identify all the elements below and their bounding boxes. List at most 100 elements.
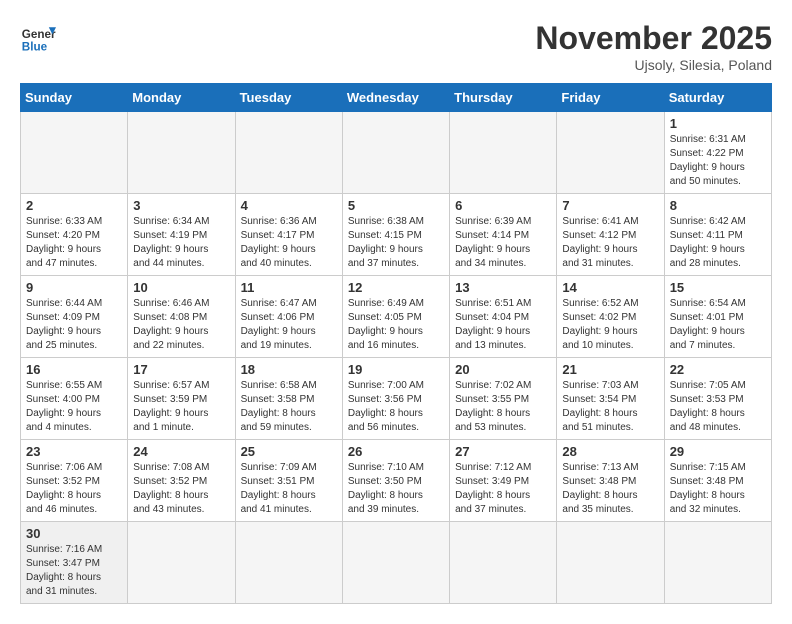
day-number: 15 xyxy=(670,280,766,295)
calendar-day-cell xyxy=(450,522,557,604)
day-number: 3 xyxy=(133,198,229,213)
calendar-day-cell: 17Sunrise: 6:57 AM Sunset: 3:59 PM Dayli… xyxy=(128,358,235,440)
day-info: Sunrise: 7:00 AM Sunset: 3:56 PM Dayligh… xyxy=(348,379,444,435)
calendar-day-cell: 5 Sunrise: 6:38 AM Sunset: 4:15 PM Daylig… xyxy=(342,194,449,276)
calendar-day-cell: 26 Sunrise: 7:10 AM Sunset: 3:50 PM Dayli… xyxy=(342,440,449,522)
day-number: 4 xyxy=(241,198,337,213)
day-number: 29 xyxy=(670,444,766,459)
calendar-day-cell: 2 Sunrise: 6:33 AM Sunset: 4:20 PM Daylig… xyxy=(21,194,128,276)
calendar: SundayMondayTuesdayWednesdayThursdayFrid… xyxy=(20,83,772,604)
weekday-header-thursday: Thursday xyxy=(450,84,557,112)
day-info: Sunrise: 7:08 AM Sunset: 3:52 PM Dayligh… xyxy=(133,461,229,517)
day-number: 10 xyxy=(133,280,229,295)
day-number: 1 xyxy=(670,116,766,131)
weekday-header-monday: Monday xyxy=(128,84,235,112)
day-info: Sunrise: 7:15 AM Sunset: 3:48 PM Dayligh… xyxy=(670,461,766,517)
day-info: Sunrise: 6:41 AM Sunset: 4:12 PM Dayligh… xyxy=(562,215,658,271)
day-info: Sunrise: 6:46 AM Sunset: 4:08 PM Dayligh… xyxy=(133,297,229,353)
calendar-day-cell: 12Sunrise: 6:49 AM Sunset: 4:05 PM Dayli… xyxy=(342,276,449,358)
calendar-day-cell: 8 Sunrise: 6:42 AM Sunset: 4:11 PM Daylig… xyxy=(664,194,771,276)
weekday-header-row: SundayMondayTuesdayWednesdayThursdayFrid… xyxy=(21,84,772,112)
day-info: Sunrise: 7:09 AM Sunset: 3:51 PM Dayligh… xyxy=(241,461,337,517)
day-info: Sunrise: 6:31 AM Sunset: 4:22 PM Dayligh… xyxy=(670,133,766,189)
calendar-day-cell: 28Sunrise: 7:13 AM Sunset: 3:48 PM Dayli… xyxy=(557,440,664,522)
day-info: Sunrise: 6:44 AM Sunset: 4:09 PM Dayligh… xyxy=(26,297,122,353)
calendar-day-cell: 22 Sunrise: 7:05 AM Sunset: 3:53 PM Dayli… xyxy=(664,358,771,440)
calendar-week-row: 16Sunrise: 6:55 AM Sunset: 4:00 PM Dayli… xyxy=(21,358,772,440)
day-number: 30 xyxy=(26,526,122,541)
day-number: 13 xyxy=(455,280,551,295)
month-title: November 2025 xyxy=(535,20,772,57)
calendar-day-cell: 27Sunrise: 7:12 AM Sunset: 3:49 PM Dayli… xyxy=(450,440,557,522)
calendar-day-cell xyxy=(128,112,235,194)
day-info: Sunrise: 7:05 AM Sunset: 3:53 PM Dayligh… xyxy=(670,379,766,435)
day-number: 14 xyxy=(562,280,658,295)
day-info: Sunrise: 7:02 AM Sunset: 3:55 PM Dayligh… xyxy=(455,379,551,435)
day-number: 24 xyxy=(133,444,229,459)
day-info: Sunrise: 6:42 AM Sunset: 4:11 PM Dayligh… xyxy=(670,215,766,271)
day-info: Sunrise: 7:16 AM Sunset: 3:47 PM Dayligh… xyxy=(26,543,122,599)
day-info: Sunrise: 7:13 AM Sunset: 3:48 PM Dayligh… xyxy=(562,461,658,517)
calendar-day-cell: 19Sunrise: 7:00 AM Sunset: 3:56 PM Dayli… xyxy=(342,358,449,440)
calendar-day-cell: 10 Sunrise: 6:46 AM Sunset: 4:08 PM Dayli… xyxy=(128,276,235,358)
svg-text:Blue: Blue xyxy=(22,41,48,54)
calendar-day-cell: 29 Sunrise: 7:15 AM Sunset: 3:48 PM Dayli… xyxy=(664,440,771,522)
day-number: 16 xyxy=(26,362,122,377)
day-number: 25 xyxy=(241,444,337,459)
calendar-day-cell: 15 Sunrise: 6:54 AM Sunset: 4:01 PM Dayli… xyxy=(664,276,771,358)
calendar-day-cell xyxy=(450,112,557,194)
calendar-week-row: 1 Sunrise: 6:31 AM Sunset: 4:22 PM Daylig… xyxy=(21,112,772,194)
day-info: Sunrise: 6:38 AM Sunset: 4:15 PM Dayligh… xyxy=(348,215,444,271)
weekday-header-saturday: Saturday xyxy=(664,84,771,112)
weekday-header-tuesday: Tuesday xyxy=(235,84,342,112)
calendar-day-cell xyxy=(342,112,449,194)
location-title: Ujsoly, Silesia, Poland xyxy=(535,57,772,73)
calendar-day-cell xyxy=(557,112,664,194)
day-info: Sunrise: 7:10 AM Sunset: 3:50 PM Dayligh… xyxy=(348,461,444,517)
calendar-day-cell xyxy=(557,522,664,604)
day-number: 2 xyxy=(26,198,122,213)
day-info: Sunrise: 7:03 AM Sunset: 3:54 PM Dayligh… xyxy=(562,379,658,435)
day-number: 7 xyxy=(562,198,658,213)
day-number: 12 xyxy=(348,280,444,295)
calendar-day-cell: 4 Sunrise: 6:36 AM Sunset: 4:17 PM Daylig… xyxy=(235,194,342,276)
day-number: 5 xyxy=(348,198,444,213)
calendar-day-cell: 21Sunrise: 7:03 AM Sunset: 3:54 PM Dayli… xyxy=(557,358,664,440)
day-number: 22 xyxy=(670,362,766,377)
day-info: Sunrise: 6:34 AM Sunset: 4:19 PM Dayligh… xyxy=(133,215,229,271)
day-info: Sunrise: 6:47 AM Sunset: 4:06 PM Dayligh… xyxy=(241,297,337,353)
weekday-header-friday: Friday xyxy=(557,84,664,112)
calendar-day-cell: 1 Sunrise: 6:31 AM Sunset: 4:22 PM Daylig… xyxy=(664,112,771,194)
day-info: Sunrise: 6:58 AM Sunset: 3:58 PM Dayligh… xyxy=(241,379,337,435)
calendar-day-cell xyxy=(342,522,449,604)
calendar-week-row: 2 Sunrise: 6:33 AM Sunset: 4:20 PM Daylig… xyxy=(21,194,772,276)
day-number: 6 xyxy=(455,198,551,213)
calendar-day-cell: 23 Sunrise: 7:06 AM Sunset: 3:52 PM Dayli… xyxy=(21,440,128,522)
calendar-day-cell: 25 Sunrise: 7:09 AM Sunset: 3:51 PM Dayli… xyxy=(235,440,342,522)
title-area: November 2025 Ujsoly, Silesia, Poland xyxy=(535,20,772,73)
calendar-day-cell: 20Sunrise: 7:02 AM Sunset: 3:55 PM Dayli… xyxy=(450,358,557,440)
day-number: 11 xyxy=(241,280,337,295)
weekday-header-wednesday: Wednesday xyxy=(342,84,449,112)
calendar-week-row: 30 Sunrise: 7:16 AM Sunset: 3:47 PM Dayli… xyxy=(21,522,772,604)
day-number: 18 xyxy=(241,362,337,377)
logo-icon: General Blue xyxy=(20,20,56,56)
day-number: 9 xyxy=(26,280,122,295)
header: General Blue November 2025 Ujsoly, Siles… xyxy=(20,20,772,73)
calendar-day-cell: 7 Sunrise: 6:41 AM Sunset: 4:12 PM Daylig… xyxy=(557,194,664,276)
calendar-week-row: 9 Sunrise: 6:44 AM Sunset: 4:09 PM Daylig… xyxy=(21,276,772,358)
day-info: Sunrise: 6:36 AM Sunset: 4:17 PM Dayligh… xyxy=(241,215,337,271)
day-number: 26 xyxy=(348,444,444,459)
day-number: 8 xyxy=(670,198,766,213)
calendar-week-row: 23 Sunrise: 7:06 AM Sunset: 3:52 PM Dayli… xyxy=(21,440,772,522)
day-info: Sunrise: 6:54 AM Sunset: 4:01 PM Dayligh… xyxy=(670,297,766,353)
calendar-day-cell xyxy=(128,522,235,604)
day-info: Sunrise: 7:06 AM Sunset: 3:52 PM Dayligh… xyxy=(26,461,122,517)
calendar-day-cell: 30 Sunrise: 7:16 AM Sunset: 3:47 PM Dayli… xyxy=(21,522,128,604)
day-number: 23 xyxy=(26,444,122,459)
day-info: Sunrise: 6:33 AM Sunset: 4:20 PM Dayligh… xyxy=(26,215,122,271)
calendar-day-cell xyxy=(21,112,128,194)
calendar-day-cell xyxy=(235,522,342,604)
calendar-day-cell: 24 Sunrise: 7:08 AM Sunset: 3:52 PM Dayli… xyxy=(128,440,235,522)
day-number: 27 xyxy=(455,444,551,459)
